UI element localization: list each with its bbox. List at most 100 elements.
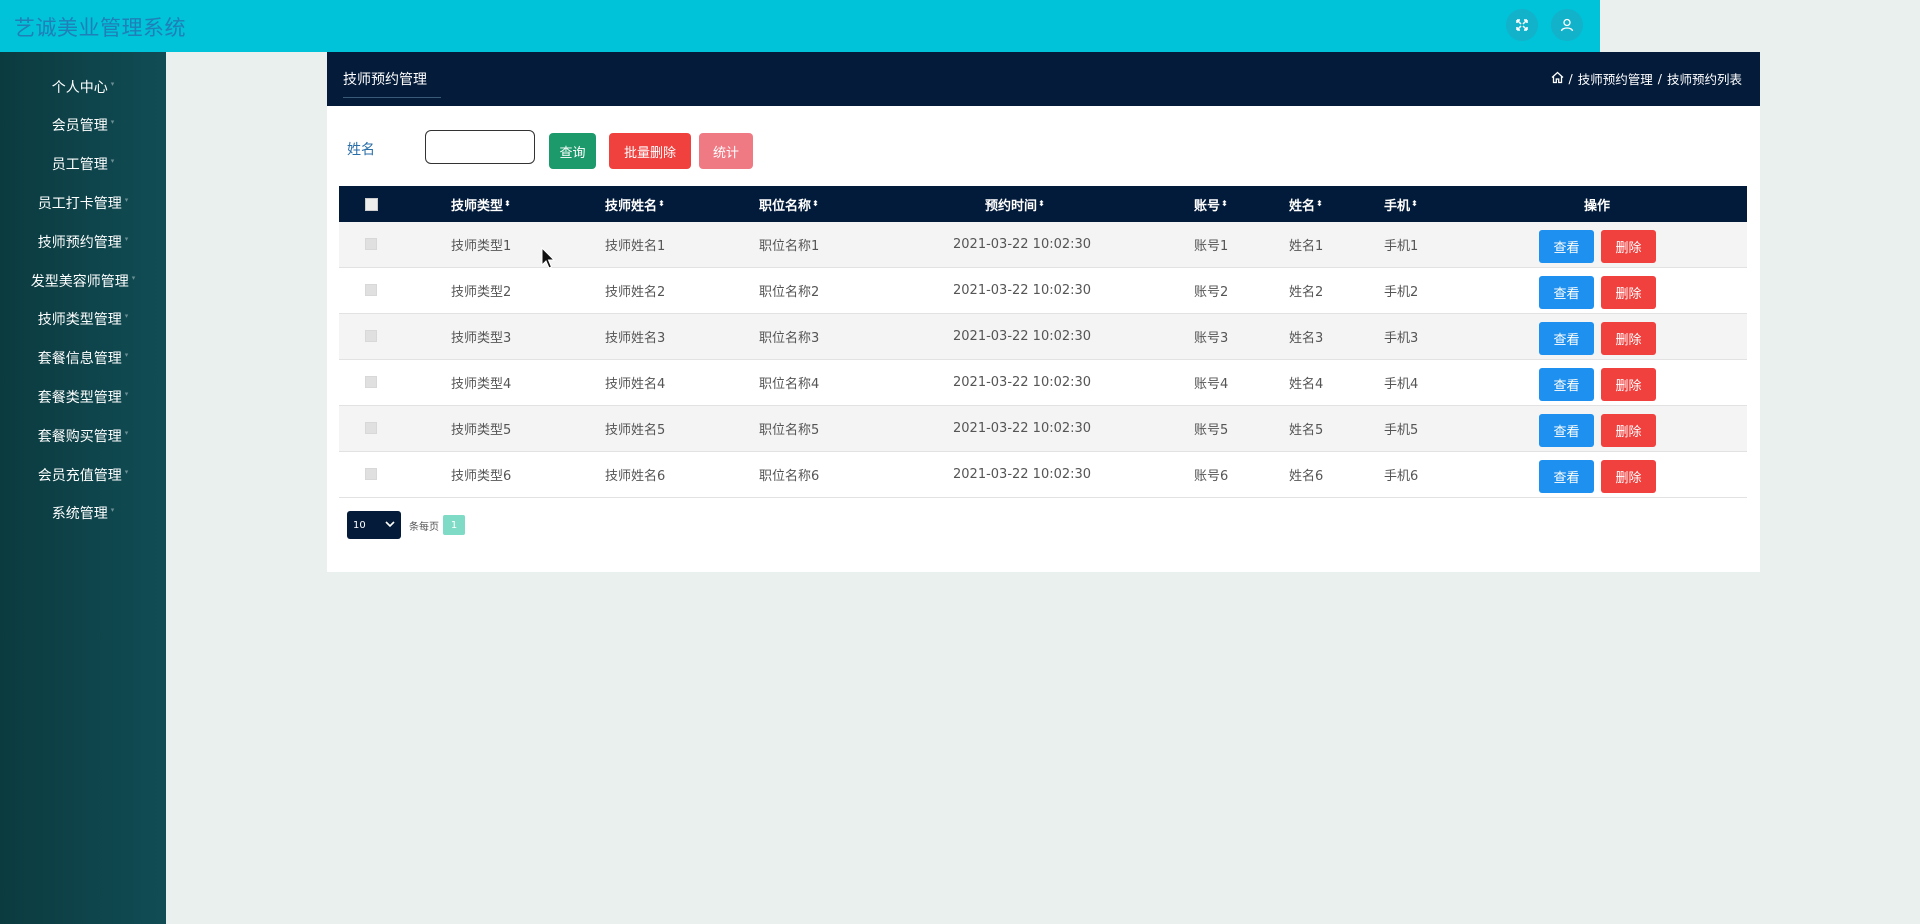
column-header-tech-type[interactable]: 技师类型 ⬍ xyxy=(451,186,511,222)
stats-button[interactable]: 统计 xyxy=(699,133,753,169)
view-button[interactable]: 查看 xyxy=(1539,230,1594,263)
sort-icon[interactable]: ⬍ xyxy=(1316,200,1323,208)
delete-button[interactable]: 删除 xyxy=(1601,322,1656,355)
cell-tech-type: 技师类型2 xyxy=(451,284,512,300)
sort-icon[interactable]: ⬍ xyxy=(812,200,819,208)
column-header-position[interactable]: 职位名称 ⬍ xyxy=(759,186,819,222)
cell-account: 账号6 xyxy=(1194,468,1229,484)
cell-phone: 手机1 xyxy=(1384,238,1419,254)
row-checkbox[interactable] xyxy=(365,360,377,404)
panel-title: 技师预约管理 xyxy=(343,69,441,98)
sidebar-item[interactable]: 员工管理 ▾ xyxy=(0,145,166,184)
breadcrumb: / 技师预约管理 / 技师预约列表 xyxy=(1551,69,1742,88)
cell-name: 姓名5 xyxy=(1289,422,1324,438)
column-header-account[interactable]: 账号 ⬍ xyxy=(1194,186,1228,222)
cell-time: 2021-03-22 10:02:30 xyxy=(953,420,1092,436)
delete-button[interactable]: 删除 xyxy=(1601,276,1656,309)
delete-button[interactable]: 删除 xyxy=(1601,230,1656,263)
sidebar-item-label: 会员管理 xyxy=(51,118,108,135)
column-header-time[interactable]: 预约时间 ⬍ xyxy=(985,186,1045,222)
row-checkbox[interactable] xyxy=(365,268,377,312)
cell-tech-name: 技师姓名1 xyxy=(605,238,666,254)
page-size-select[interactable]: 10 xyxy=(347,511,401,539)
sidebar-item-label: 员工打卡管理 xyxy=(37,195,122,212)
caret-down-icon: ▾ xyxy=(131,273,136,282)
cell-account: 账号5 xyxy=(1194,422,1229,438)
sidebar-item-label: 套餐购买管理 xyxy=(37,428,122,445)
delete-button[interactable]: 删除 xyxy=(1601,414,1656,447)
view-button[interactable]: 查看 xyxy=(1539,322,1594,355)
row-checkbox[interactable] xyxy=(365,452,377,496)
delete-button[interactable]: 删除 xyxy=(1601,460,1656,493)
sidebar-item[interactable]: 套餐类型管理 ▾ xyxy=(0,377,166,416)
caret-down-icon: ▾ xyxy=(124,312,129,321)
query-button[interactable]: 查询 xyxy=(549,133,596,169)
view-button[interactable]: 查看 xyxy=(1539,460,1594,493)
column-header-tech-name[interactable]: 技师姓名 ⬍ xyxy=(605,186,665,222)
sidebar-item[interactable]: 系统管理 ▾ xyxy=(0,494,166,533)
caret-down-icon: ▾ xyxy=(124,467,129,476)
sidebar-item[interactable]: 会员充值管理 ▾ xyxy=(0,455,166,494)
cell-phone: 手机2 xyxy=(1384,284,1419,300)
sort-icon[interactable]: ⬍ xyxy=(658,200,665,208)
panel-header: 技师预约管理 / 技师预约管理 / 技师预约列表 xyxy=(327,52,1760,106)
column-header-phone[interactable]: 手机 ⬍ xyxy=(1384,186,1418,222)
sidebar-item[interactable]: 技师类型管理 ▾ xyxy=(0,300,166,339)
sidebar-item[interactable]: 套餐购买管理 ▾ xyxy=(0,416,166,455)
page-button-current[interactable]: 1 xyxy=(443,515,465,535)
cell-tech-type: 技师类型6 xyxy=(451,468,512,484)
sidebar-item[interactable]: 发型美容师管理 ▾ xyxy=(0,261,166,300)
batch-delete-button[interactable]: 批量删除 xyxy=(609,133,691,169)
cell-position: 职位名称4 xyxy=(759,376,820,392)
row-checkbox[interactable] xyxy=(365,406,377,450)
sidebar-item-label: 技师预约管理 xyxy=(37,234,122,251)
sort-icon[interactable]: ⬍ xyxy=(504,200,511,208)
sort-icon[interactable]: ⬍ xyxy=(1038,200,1045,208)
caret-down-icon: ▾ xyxy=(124,428,129,437)
sidebar-item[interactable]: 技师预约管理 ▾ xyxy=(0,222,166,261)
cell-time: 2021-03-22 10:02:30 xyxy=(953,236,1092,252)
chevron-down-icon xyxy=(385,520,395,531)
cell-account: 账号4 xyxy=(1194,376,1229,392)
user-icon[interactable] xyxy=(1551,9,1583,41)
cell-position: 职位名称1 xyxy=(759,238,820,254)
home-icon[interactable] xyxy=(1551,71,1564,87)
delete-button[interactable]: 删除 xyxy=(1601,368,1656,401)
sidebar-item[interactable]: 会员管理 ▾ xyxy=(0,106,166,145)
column-header-actions: 操作 xyxy=(1584,198,1611,214)
cell-tech-name: 技师姓名2 xyxy=(605,284,666,300)
column-header-name[interactable]: 姓名 ⬍ xyxy=(1289,186,1323,222)
breadcrumb-item-module[interactable]: 技师预约管理 xyxy=(1578,69,1653,88)
search-name-label: 姓名 xyxy=(347,142,375,158)
sidebar-item[interactable]: 员工打卡管理 ▾ xyxy=(0,183,166,222)
sidebar-item[interactable]: 套餐信息管理 ▾ xyxy=(0,339,166,378)
sort-icon[interactable]: ⬍ xyxy=(1411,200,1418,208)
search-name-input[interactable] xyxy=(425,130,535,164)
row-checkbox[interactable] xyxy=(365,314,377,358)
fullscreen-icon[interactable] xyxy=(1506,9,1538,41)
breadcrumb-item-list: 技师预约列表 xyxy=(1666,72,1742,87)
cell-phone: 手机5 xyxy=(1384,422,1419,438)
cell-account: 账号3 xyxy=(1194,330,1229,346)
cell-tech-type: 技师类型5 xyxy=(451,422,512,438)
cell-name: 姓名3 xyxy=(1289,330,1324,346)
sort-icon[interactable]: ⬍ xyxy=(1221,200,1228,208)
view-button[interactable]: 查看 xyxy=(1539,368,1594,401)
cell-position: 职位名称3 xyxy=(759,330,820,346)
sidebar-item-label: 个人中心 xyxy=(51,79,108,96)
sidebar-item-label: 员工管理 xyxy=(51,157,108,174)
cell-time: 2021-03-22 10:02:30 xyxy=(953,466,1092,482)
sidebar-item-label: 系统管理 xyxy=(51,506,108,523)
cell-time: 2021-03-22 10:02:30 xyxy=(953,282,1092,298)
row-checkbox[interactable] xyxy=(365,222,377,266)
caret-down-icon: ▾ xyxy=(124,195,129,204)
sidebar-item-label: 发型美容师管理 xyxy=(30,273,129,290)
mouse-cursor-icon xyxy=(541,247,556,269)
cell-name: 姓名1 xyxy=(1289,238,1324,254)
view-button[interactable]: 查看 xyxy=(1539,414,1594,447)
view-button[interactable]: 查看 xyxy=(1539,276,1594,309)
table-row: 技师类型2 技师姓名2 职位名称2 2021-03-22 10:02:30 账号2 姓名2… xyxy=(339,268,1747,314)
cell-position: 职位名称2 xyxy=(759,284,820,300)
sidebar-item[interactable]: 个人中心 ▾ xyxy=(0,67,166,106)
select-all-checkbox[interactable] xyxy=(365,186,378,222)
